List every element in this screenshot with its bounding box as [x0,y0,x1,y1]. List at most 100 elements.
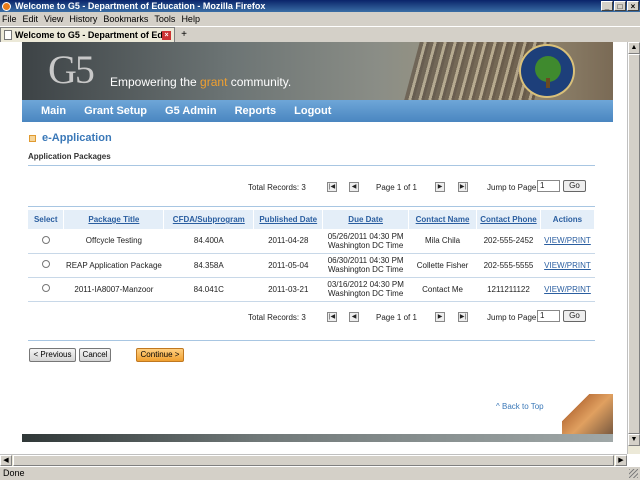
resize-grip-icon[interactable] [629,469,638,478]
main-nav: Main Grant Setup G5 Admin Reports Logout [22,100,613,122]
nav-reports[interactable]: Reports [235,105,277,117]
minimize-button[interactable]: _ [601,1,613,11]
select-radio[interactable] [41,235,50,244]
go-button[interactable]: Go [563,180,586,192]
col-contact-name[interactable]: Contact Name [408,210,477,229]
due-date: 06/30/2011 04:30 PM Washington DC Time [322,253,409,278]
g5-page: G5 Empowering the grant community. Main … [22,42,613,454]
go-button[interactable]: Go [563,310,586,322]
cfda-value: 84.400A [163,229,254,254]
pager-top: Total Records: 3 |◀ ◀ Page 1 of 1 ▶ ▶| J… [22,180,613,196]
published-date: 2011-05-04 [253,253,323,278]
menu-bar: File Edit View History Bookmarks Tools H… [0,12,640,26]
packages-table: Select Package Title CFDA/Subprogram Pub… [28,210,596,302]
browser-viewport: G5 Empowering the grant community. Main … [0,42,640,466]
scroll-down-icon[interactable]: ▼ [628,434,640,446]
close-button[interactable]: × [627,1,639,11]
scroll-up-icon[interactable]: ▲ [628,42,640,54]
pager-bottom: Total Records: 3 |◀ ◀ Page 1 of 1 ▶ ▶| J… [22,310,613,326]
cancel-button[interactable]: Cancel [79,348,111,362]
table-row: 2011-IA8007-Manzoor 84.041C 2011-03-21 0… [28,277,595,302]
col-package-title[interactable]: Package Title [63,210,165,229]
page-indicator: Page 1 of 1 [376,313,417,322]
new-tab-button[interactable]: + [175,28,193,42]
total-records: Total Records: 3 [248,183,306,192]
menu-view[interactable]: View [44,14,63,24]
browser-tab[interactable]: Welcome to G5 - Department of Edu... × [0,27,175,42]
header-banner: G5 Empowering the grant community. [22,42,613,100]
vertical-scrollbar[interactable]: ▲ ▼ [627,42,640,454]
section-title: e-Application [29,132,112,144]
cfda-value: 84.041C [163,277,254,302]
scroll-right-icon[interactable]: ▶ [615,455,627,466]
continue-button[interactable]: Continue > [136,348,184,362]
jump-label: Jump to Page [487,313,537,322]
select-radio[interactable] [41,284,50,292]
section-subtitle: Application Packages [28,152,111,161]
first-page-icon[interactable]: |◀ [327,182,337,192]
nav-g5-admin[interactable]: G5 Admin [165,105,217,117]
maximize-button[interactable]: □ [614,1,626,11]
published-date: 2011-03-21 [253,277,323,302]
menu-file[interactable]: File [2,14,17,24]
jump-page-input[interactable]: 1 [537,180,560,192]
package-title: Offcycle Testing [63,229,164,254]
prev-page-icon[interactable]: ◀ [349,182,359,192]
view-print-link[interactable]: VIEW/PRINT [544,285,591,294]
horizontal-scrollbar[interactable]: ◀ ▶ [0,454,627,466]
select-radio[interactable] [41,260,50,268]
menu-help[interactable]: Help [181,14,200,24]
nav-logout[interactable]: Logout [294,105,331,117]
next-page-icon[interactable]: ▶ [435,182,445,192]
nav-main[interactable]: Main [41,105,66,117]
previous-button[interactable]: < Previous [29,348,76,362]
total-records: Total Records: 3 [248,313,306,322]
menu-history[interactable]: History [69,14,97,24]
scroll-left-icon[interactable]: ◀ [0,455,12,466]
col-due-date[interactable]: Due Date [322,210,410,229]
g5-logo: G5 [48,47,95,92]
last-page-icon[interactable]: ▶| [458,182,468,192]
tab-label: Welcome to G5 - Department of Edu... [15,30,162,40]
tab-close-icon[interactable]: × [162,30,171,40]
col-published[interactable]: Published Date [253,210,324,229]
nav-grant-setup[interactable]: Grant Setup [84,105,147,117]
contact-name: Collette Fisher [408,253,477,278]
view-print-link[interactable]: VIEW/PRINT [544,261,591,270]
view-print-link[interactable]: VIEW/PRINT [544,236,591,245]
contact-name: Contact Me [408,277,477,302]
first-page-icon[interactable]: |◀ [327,312,337,322]
window-title-bar: Welcome to G5 - Department of Education … [0,0,640,12]
col-actions: Actions [540,210,596,229]
last-page-icon[interactable]: ▶| [458,312,468,322]
contact-name: Mila Chila [408,229,477,254]
status-text: Done [3,468,25,478]
vertical-scroll-thumb[interactable] [628,54,640,434]
menu-edit[interactable]: Edit [23,14,39,24]
department-seal-icon [519,44,575,98]
col-contact-phone[interactable]: Contact Phone [476,210,541,229]
jump-page-input[interactable]: 1 [537,310,560,322]
menu-tools[interactable]: Tools [154,14,175,24]
due-date: 05/26/2011 04:30 PM Washington DC Time [322,229,409,254]
menu-bookmarks[interactable]: Bookmarks [103,14,148,24]
back-to-top-link[interactable]: ^ Back to Top [496,402,544,411]
col-select: Select [28,210,65,229]
jump-label: Jump to Page [487,183,537,192]
contact-phone: 202-555-2452 [476,229,541,254]
section-bullet-icon [29,134,36,142]
section-title-text: e-Application [42,132,112,144]
divider [28,340,595,341]
col-cfda[interactable]: CFDA/Subprogram [163,210,255,229]
horizontal-scroll-thumb[interactable] [13,455,614,466]
contact-phone: 202-555-5555 [476,253,541,278]
seal-trunk [546,78,550,88]
divider [28,206,595,207]
contact-phone: 1211211122 [476,277,541,302]
prev-page-icon[interactable]: ◀ [349,312,359,322]
corner-decoration-image [562,394,613,434]
next-page-icon[interactable]: ▶ [435,312,445,322]
table-row: Offcycle Testing 84.400A 2011-04-28 05/2… [28,229,595,254]
cfda-value: 84.358A [163,253,254,278]
page-indicator: Page 1 of 1 [376,183,417,192]
